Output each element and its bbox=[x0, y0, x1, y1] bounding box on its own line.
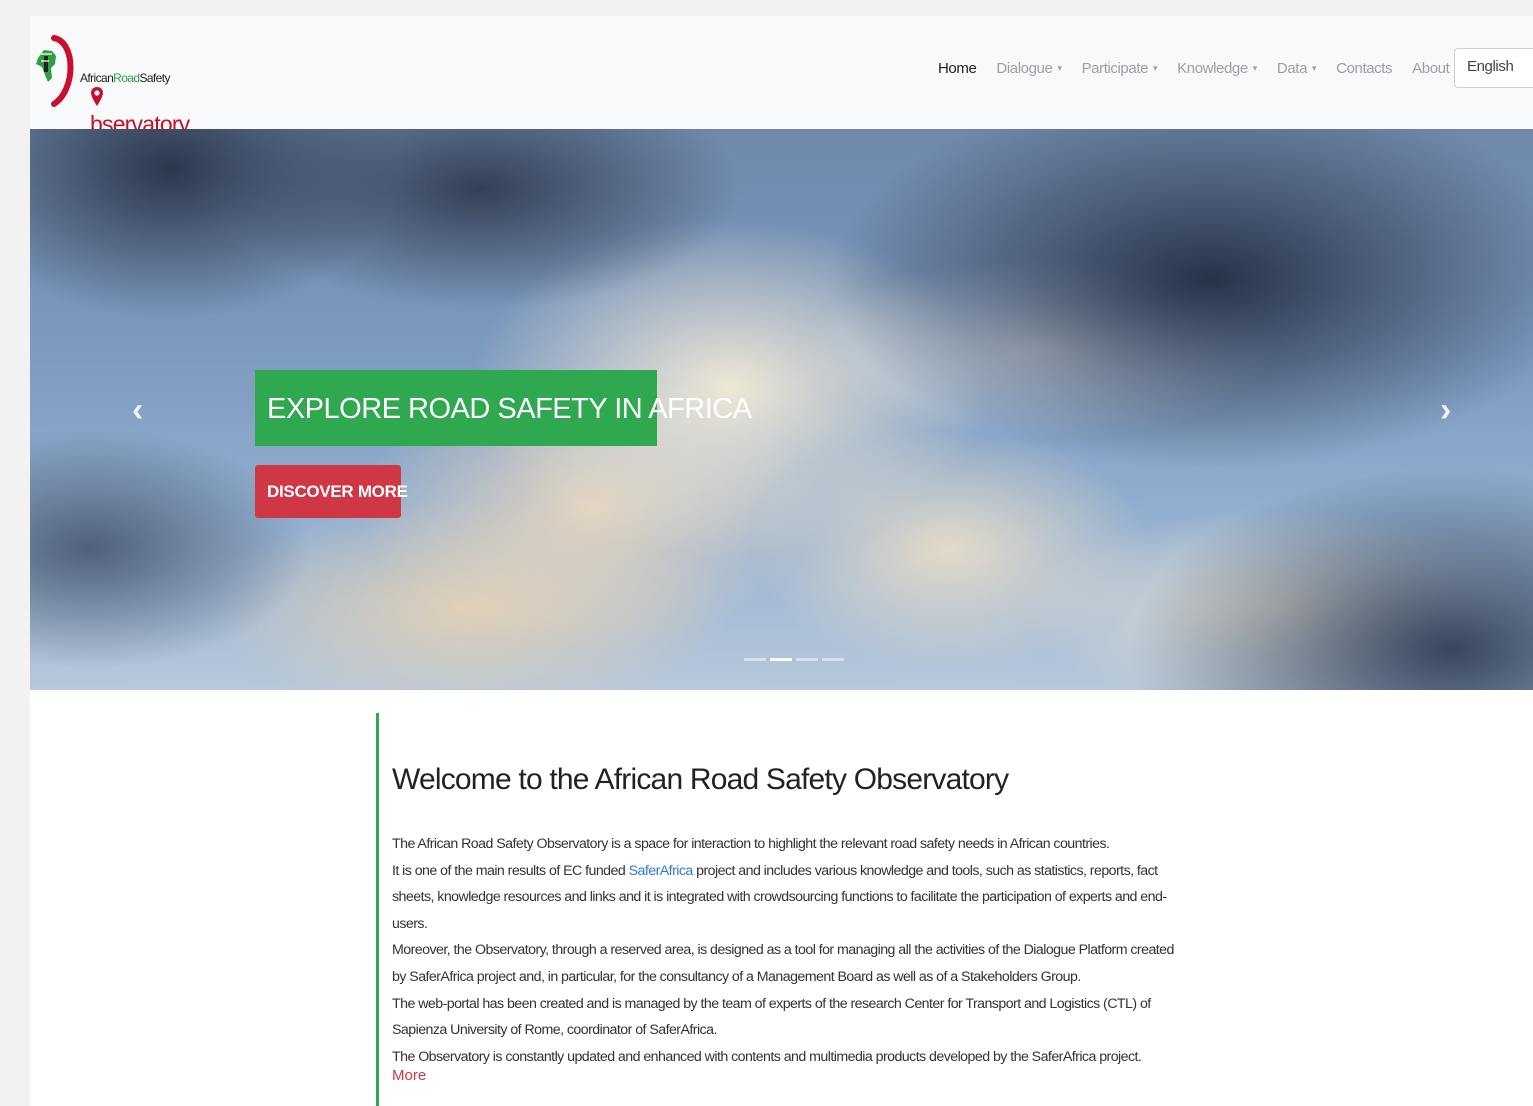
more-link[interactable]: More bbox=[392, 1067, 426, 1084]
welcome-section: Welcome to the African Road Safety Obser… bbox=[376, 713, 1179, 1106]
caret-down-icon: ▾ bbox=[1153, 63, 1158, 73]
carousel-indicator[interactable] bbox=[744, 658, 766, 661]
carousel-indicator[interactable] bbox=[796, 658, 818, 661]
site-logo[interactable]: AfricanRoadSafety bservatory bbox=[30, 34, 190, 137]
welcome-paragraph: The web-portal has been created and is m… bbox=[392, 995, 1151, 1039]
nav-item-knowledge[interactable]: Knowledge ▾ bbox=[1177, 60, 1257, 77]
navbar: AfricanRoadSafety bservatory Home Dialog… bbox=[30, 16, 1533, 137]
language-select[interactable]: English bbox=[1454, 48, 1533, 88]
main-nav: Home Dialogue ▾ Participate ▾ Knowledge ▾ D… bbox=[928, 60, 1459, 77]
discover-more-button[interactable]: DISCOVER MORE bbox=[255, 465, 408, 518]
nav-item-data[interactable]: Data ▾ bbox=[1277, 60, 1317, 77]
saferafrica-link[interactable]: SaferAfrica bbox=[629, 863, 694, 879]
nav-item-dialogue[interactable]: Dialogue ▾ bbox=[996, 60, 1062, 77]
welcome-paragraph: The Observatory is constantly updated an… bbox=[392, 1048, 1142, 1065]
page: AfricanRoadSafety bservatory Home Dialog… bbox=[30, 16, 1533, 1106]
caret-down-icon: ▾ bbox=[1057, 63, 1062, 73]
slide-title: EXPLORE ROAD SAFETY IN AFRICA bbox=[255, 370, 752, 446]
caret-down-icon: ▾ bbox=[1312, 63, 1317, 73]
nav-item-about[interactable]: About bbox=[1412, 60, 1450, 77]
map-pin-icon bbox=[91, 87, 103, 106]
carousel-indicator[interactable] bbox=[770, 658, 792, 661]
welcome-title: Welcome to the African Road Safety Obser… bbox=[392, 763, 1009, 796]
carousel-indicators bbox=[742, 658, 846, 661]
welcome-text: The African Road Safety Observatory is a… bbox=[392, 831, 1182, 1070]
hero-carousel: ‹ › EXPLORE ROAD SAFETY IN AFRICA DISCOV… bbox=[30, 129, 1533, 690]
welcome-paragraph: The African Road Safety Observatory is a… bbox=[392, 836, 1110, 852]
welcome-paragraph: Moreover, the Observatory, through a res… bbox=[392, 942, 1174, 985]
caret-down-icon: ▾ bbox=[1252, 63, 1258, 73]
nav-item-participate[interactable]: Participate ▾ bbox=[1082, 60, 1158, 77]
logo-tagline: AfricanRoadSafety bbox=[80, 71, 170, 85]
carousel-next-icon[interactable]: › bbox=[1440, 391, 1451, 430]
language-select-value: English bbox=[1467, 58, 1514, 75]
carousel-indicator[interactable] bbox=[822, 658, 844, 661]
nav-item-home[interactable]: Home bbox=[938, 60, 977, 77]
carousel-prev-icon[interactable]: ‹ bbox=[132, 391, 143, 430]
nav-item-contacts[interactable]: Contacts bbox=[1336, 60, 1392, 77]
welcome-paragraph: It is one of the main results of EC fund… bbox=[392, 862, 629, 879]
